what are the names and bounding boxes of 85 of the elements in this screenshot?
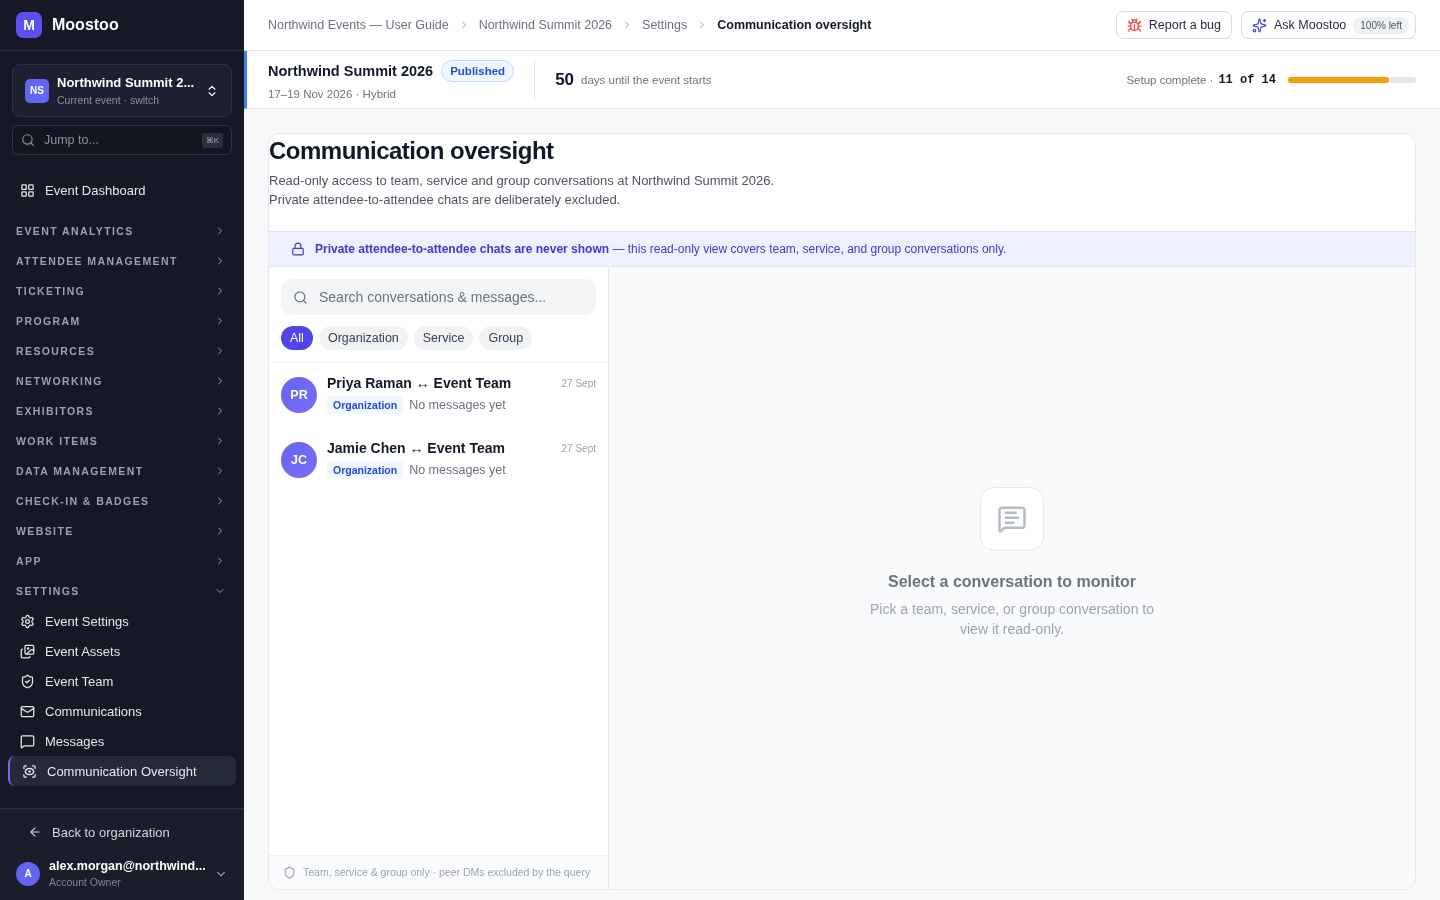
nav-section[interactable]: PROGRAM — [0, 306, 244, 336]
countdown-label: days until the event starts — [581, 73, 712, 86]
nav-icon — [22, 763, 37, 779]
filter-chip[interactable]: Group — [479, 326, 533, 350]
search-box[interactable]: Search conversations & messages... — [281, 279, 596, 315]
nav-item[interactable]: Messages — [8, 726, 236, 756]
lock-icon — [291, 242, 305, 256]
nav-item[interactable]: Event Dashboard — [8, 175, 236, 205]
nav-item[interactable]: Event Settings — [8, 606, 236, 636]
breadcrumb[interactable]: Northwind Summit 2026 — [478, 18, 613, 32]
conversation-date: 27 Sept — [561, 377, 596, 389]
user-email: alex.morgan@northwind... — [49, 859, 205, 873]
notice-text: Private attendee-to-attendee chats are never shown — this read-only view covers team, service, and group conversations only. — [315, 242, 1007, 256]
nav-section[interactable]: TICKETING — [0, 276, 244, 306]
page-description: Read-only access to team, service and group conversations at Northwind Summit 2026. Private attendee-to-attendee chats are deliberately excluded. — [269, 172, 776, 209]
empty-state-icon — [980, 487, 1044, 551]
jump-field[interactable]: Jump to... — [42, 132, 195, 148]
event-switcher-hint: Current event · switch — [57, 94, 161, 106]
conversation-title: Priya Raman ↔ Event Team — [327, 375, 512, 391]
conversation-tag: Organization — [327, 461, 404, 479]
message-preview: No messages yet — [409, 463, 506, 477]
event-name: Northwind Summit 2... — [57, 75, 196, 90]
nav-item[interactable]: Event Assets — [8, 636, 236, 666]
nav-section[interactable]: EXHIBITORS — [0, 396, 244, 426]
nav-section[interactable]: WORK ITEMS — [0, 426, 244, 456]
page-title: Communication oversight — [269, 137, 555, 165]
nav-icon — [20, 673, 35, 689]
nav-icon — [20, 613, 35, 629]
setup-count: 11 of 14 — [1218, 72, 1276, 87]
shield-icon — [283, 866, 296, 879]
empty-state-title: Select a conversation to monitor — [887, 573, 1137, 591]
nav-item[interactable]: Event Team — [8, 666, 236, 696]
countdown-number: 50 — [555, 69, 575, 90]
filter-chip[interactable]: All — [281, 326, 313, 350]
conversation-item[interactable]: PR Priya Raman ↔ Event Team 27 Sept Organization No messages yet — [269, 363, 608, 428]
user-avatar: A — [16, 861, 40, 886]
conversation-tag: Organization — [327, 396, 404, 414]
nav-section[interactable]: DATA MANAGEMENT — [0, 456, 244, 486]
breadcrumb[interactable]: Settings — [642, 18, 688, 32]
status-badge: Published — [441, 59, 515, 82]
nav-section[interactable]: ATTENDEE MANAGEMENT — [0, 246, 244, 276]
nav-section[interactable]: WEBSITE — [0, 516, 244, 546]
list-footnote: Team, service & group only · peer DMs excluded by the query — [303, 865, 591, 880]
ask-assistant-button[interactable]: Ask Moostoo 100% left — [1241, 11, 1416, 39]
user-role: Account Owner — [49, 876, 122, 888]
message-preview: No messages yet — [409, 398, 506, 412]
bug-icon — [1126, 17, 1142, 33]
search-icon — [21, 133, 35, 147]
nav-icon — [20, 643, 35, 659]
event-dates: 17–19 Nov 2026 · Hybrid — [268, 87, 397, 100]
nav-section[interactable]: APP — [0, 546, 244, 576]
report-bug-button[interactable]: Report a bug — [1115, 11, 1233, 39]
nav-item[interactable]: Communication Oversight — [8, 756, 236, 786]
event-initials: NS — [25, 78, 49, 103]
jump-box[interactable]: Jump to... ⌘K — [12, 125, 232, 155]
search-icon — [293, 289, 308, 305]
search-field[interactable]: Search conversations & messages... — [317, 288, 584, 306]
nav-item[interactable]: Communications — [8, 696, 236, 726]
grid-icon — [20, 182, 35, 198]
back-link[interactable]: Back to organization — [0, 819, 244, 845]
breadcrumb[interactable]: Northwind Events — User Guide — [268, 18, 449, 32]
event-switcher[interactable]: NS Northwind Summit 2... Current event · switch — [12, 64, 232, 117]
shortcut-key: ⌘K — [201, 132, 223, 148]
nav-icon — [20, 733, 35, 749]
nav-section[interactable]: RESOURCES — [0, 336, 244, 366]
contact-avatar: PR — [281, 377, 317, 413]
empty-state-text: Pick a team, service, or group conversation to view it read-only. — [869, 600, 1155, 639]
event-title: Northwind Summit 2026 — [268, 62, 434, 79]
contact-avatar: JC — [281, 442, 317, 478]
logo-mark: M — [16, 12, 42, 38]
conversation-item[interactable]: JC Jamie Chen ↔ Event Team 27 Sept Organization No messages yet — [269, 428, 608, 493]
nav-section[interactable]: SETTINGS — [0, 576, 244, 606]
nav-section[interactable]: EVENT ANALYTICS — [0, 216, 244, 246]
usage-badge: 100% left — [1353, 16, 1409, 34]
nav-icon — [20, 703, 35, 719]
conversation-title: Jamie Chen ↔ Event Team — [327, 440, 505, 456]
sparkle-icon — [1252, 17, 1268, 33]
conversation-date: 27 Sept — [561, 442, 596, 454]
nav-section[interactable]: NETWORKING — [0, 366, 244, 396]
setup-label: Setup complete · — [1126, 73, 1214, 86]
filter-chip[interactable]: Service — [413, 326, 474, 350]
nav-section[interactable]: CHECK-IN & BADGES — [0, 486, 244, 516]
breadcrumb[interactable]: Communication oversight — [717, 18, 872, 32]
brand-name: Moostoo — [52, 16, 119, 34]
filter-chip[interactable]: Organization — [318, 326, 408, 350]
